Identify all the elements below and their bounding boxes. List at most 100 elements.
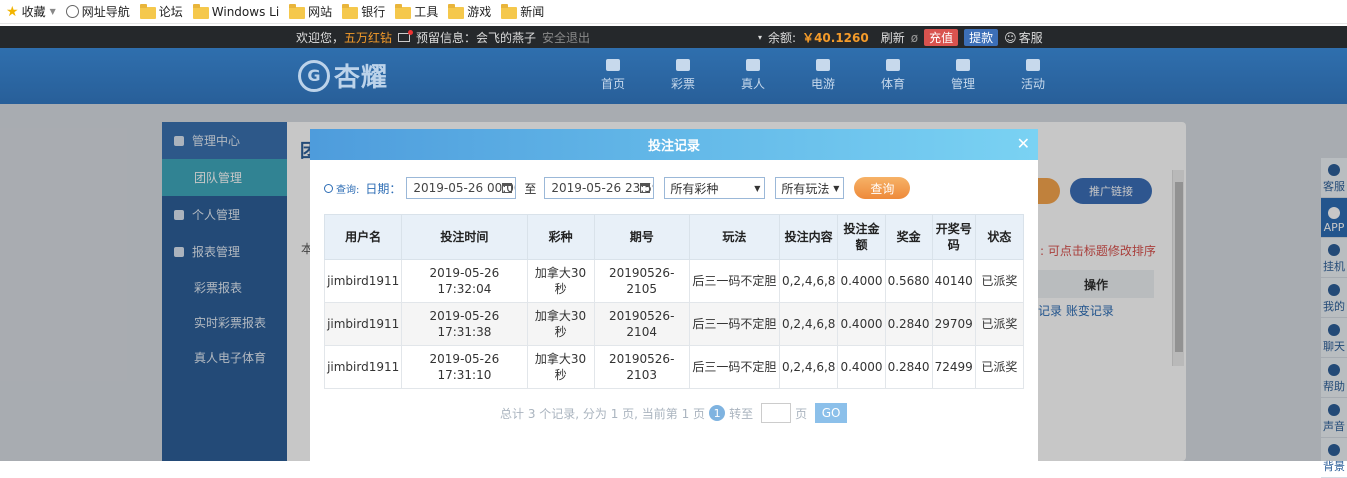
chevron-down-icon: ▼ [754,184,761,193]
bookmark-label: 论坛 [158,5,183,19]
cell-content: 0,2,4,6,8 [778,302,839,346]
welcome-text: 欢迎您， [296,31,345,45]
search-icon [324,183,333,193]
column-header[interactable]: 期号 [593,214,690,260]
date-label: 日期： [365,181,402,196]
cell-prize: 0.2840 [884,302,933,346]
nav-item[interactable]: 首页 [578,57,648,92]
cell-content: 0,2,4,6,8 [778,345,839,389]
table-row[interactable]: jimbird1911 2019-05-26 17:32:04 加拿大30秒 2019… [323,259,1025,303]
nav-icon [886,59,900,71]
column-header[interactable]: 投注金额 [837,214,886,260]
cell-issue: 20190526-2105 [593,259,690,303]
service-icon[interactable]: ☺ [1004,31,1017,45]
cell-user: jimbird1911 [323,345,403,389]
bookmark-item[interactable]: 论坛 [138,0,191,24]
folder-icon [192,4,209,19]
column-header[interactable]: 彩种 [526,214,595,260]
bookmark-item[interactable]: 工具 [393,0,446,24]
table-row[interactable]: jimbird1911 2019-05-26 17:31:10 加拿大30秒 2019… [323,345,1025,389]
cell-amount: 0.4000 [837,345,886,389]
logout-link[interactable]: 安全退出 [542,29,590,46]
bookmark-item[interactable]: Windows Li [191,0,287,24]
nav-icon [676,59,690,71]
mail-icon[interactable] [398,30,414,42]
cell-lottery: 加拿大30秒 [526,302,595,346]
folder-icon [395,4,412,19]
cell-amount: 0.4000 [837,302,886,346]
folder-icon [289,4,306,19]
reserved-info: 预留信息：会飞的燕子 [416,31,537,45]
bookmark-label: 收藏 [21,5,46,19]
column-header[interactable]: 状态 [974,214,1025,260]
bookmark-item[interactable]: 网站 [287,0,340,24]
query-bar: 查询: 日期： 2019-05-26 00:00 至 2019-05-26 23… [324,176,911,200]
refresh-link[interactable]: 刷新 [881,29,905,46]
main-nav: 首页 彩票 真人 电游 体育 管理 活动 [578,57,1068,92]
bookmark-item[interactable]: 网址导航 [64,0,138,24]
chevron-down-icon[interactable]: ▾ [758,33,762,42]
column-header[interactable]: 玩法 [688,214,780,260]
user-level: 五万红钻 [344,31,393,45]
table-row[interactable]: jimbird1911 2019-05-26 17:31:38 加拿大30秒 2019… [323,302,1025,346]
nav-item[interactable]: 活动 [998,57,1068,92]
recharge-button[interactable]: 充值 [924,29,959,46]
column-header[interactable]: 用户名 [323,214,403,260]
goto-page-input[interactable] [761,403,792,423]
globe-icon [65,5,79,18]
nav-item[interactable]: 彩票 [648,57,718,92]
nav-icon [956,59,970,71]
date-to-input[interactable]: 2019-05-26 23:59 [544,177,655,199]
bookmark-item[interactable]: 新闻 [499,0,552,24]
eye-icon[interactable]: ø [911,31,918,45]
cell-issue: 20190526-2103 [593,345,690,389]
site-logo[interactable]: G 杏耀 [298,57,388,94]
cell-content: 0,2,4,6,8 [778,259,839,303]
cell-time: 2019-05-26 17:31:10 [401,345,528,389]
nav-item[interactable]: 电游 [788,57,858,92]
folder-icon [448,4,465,19]
bookmark-label: 网址导航 [81,5,130,19]
balance-value: ￥40.1260 [802,31,869,45]
calendar-icon[interactable] [640,183,651,193]
cell-time: 2019-05-26 17:32:04 [401,259,528,303]
bookmark-label: 新闻 [520,5,545,19]
cell-number: 40140 [931,259,976,303]
folder-icon [501,4,518,19]
service-link[interactable]: 客服 [1019,29,1043,46]
page-number-current[interactable]: 1 [709,405,726,421]
folder-icon [139,4,156,19]
logo-emblem-icon: G [298,59,330,92]
chevron-down-icon[interactable]: ▼ [50,7,56,16]
pagination: 总计 3 个记录, 分为 1 页, 当前第 1 页 1 转至 页 GO [500,403,848,423]
nav-item[interactable]: 管理 [928,57,998,92]
bookmark-item[interactable]: 游戏 [446,0,499,24]
calendar-icon[interactable] [502,183,513,193]
column-header[interactable]: 投注时间 [401,214,528,260]
go-button[interactable]: GO [815,403,848,423]
cell-lottery: 加拿大30秒 [526,345,595,389]
column-header[interactable]: 奖金 [884,214,933,260]
bookmark-item[interactable]: 银行 [340,0,393,24]
withdraw-button[interactable]: 提款 [964,29,999,46]
nav-icon [746,59,760,71]
query-button[interactable]: 查询 [854,177,911,199]
chevron-down-icon: ▼ [833,184,840,193]
bookmark-item[interactable]: ★ 收藏 ▼ [4,0,64,24]
lottery-select[interactable]: 所有彩种 ▼ [664,177,766,199]
folder-icon [342,4,359,19]
goto-label: 转至 [729,406,754,421]
nav-label: 体育 [880,77,905,91]
column-header[interactable]: 开奖号码 [931,214,976,260]
close-icon[interactable]: ✕ [1017,134,1030,153]
nav-item[interactable]: 真人 [718,57,788,92]
cell-amount: 0.4000 [837,259,886,303]
date-from-input[interactable]: 2019-05-26 00:00 [406,177,517,199]
play-select[interactable]: 所有玩法 ▼ [775,177,845,199]
top-info-bar: 欢迎您， 五万红钻 预留信息：会飞的燕子 安全退出 ▾ 余额: ￥40.1260… [0,26,1347,48]
column-header[interactable]: 投注内容 [778,214,839,260]
nav-label: 彩票 [670,77,695,91]
cell-play: 后三一码不定胆 [688,259,780,303]
nav-label: 首页 [600,77,625,91]
nav-item[interactable]: 体育 [858,57,928,92]
